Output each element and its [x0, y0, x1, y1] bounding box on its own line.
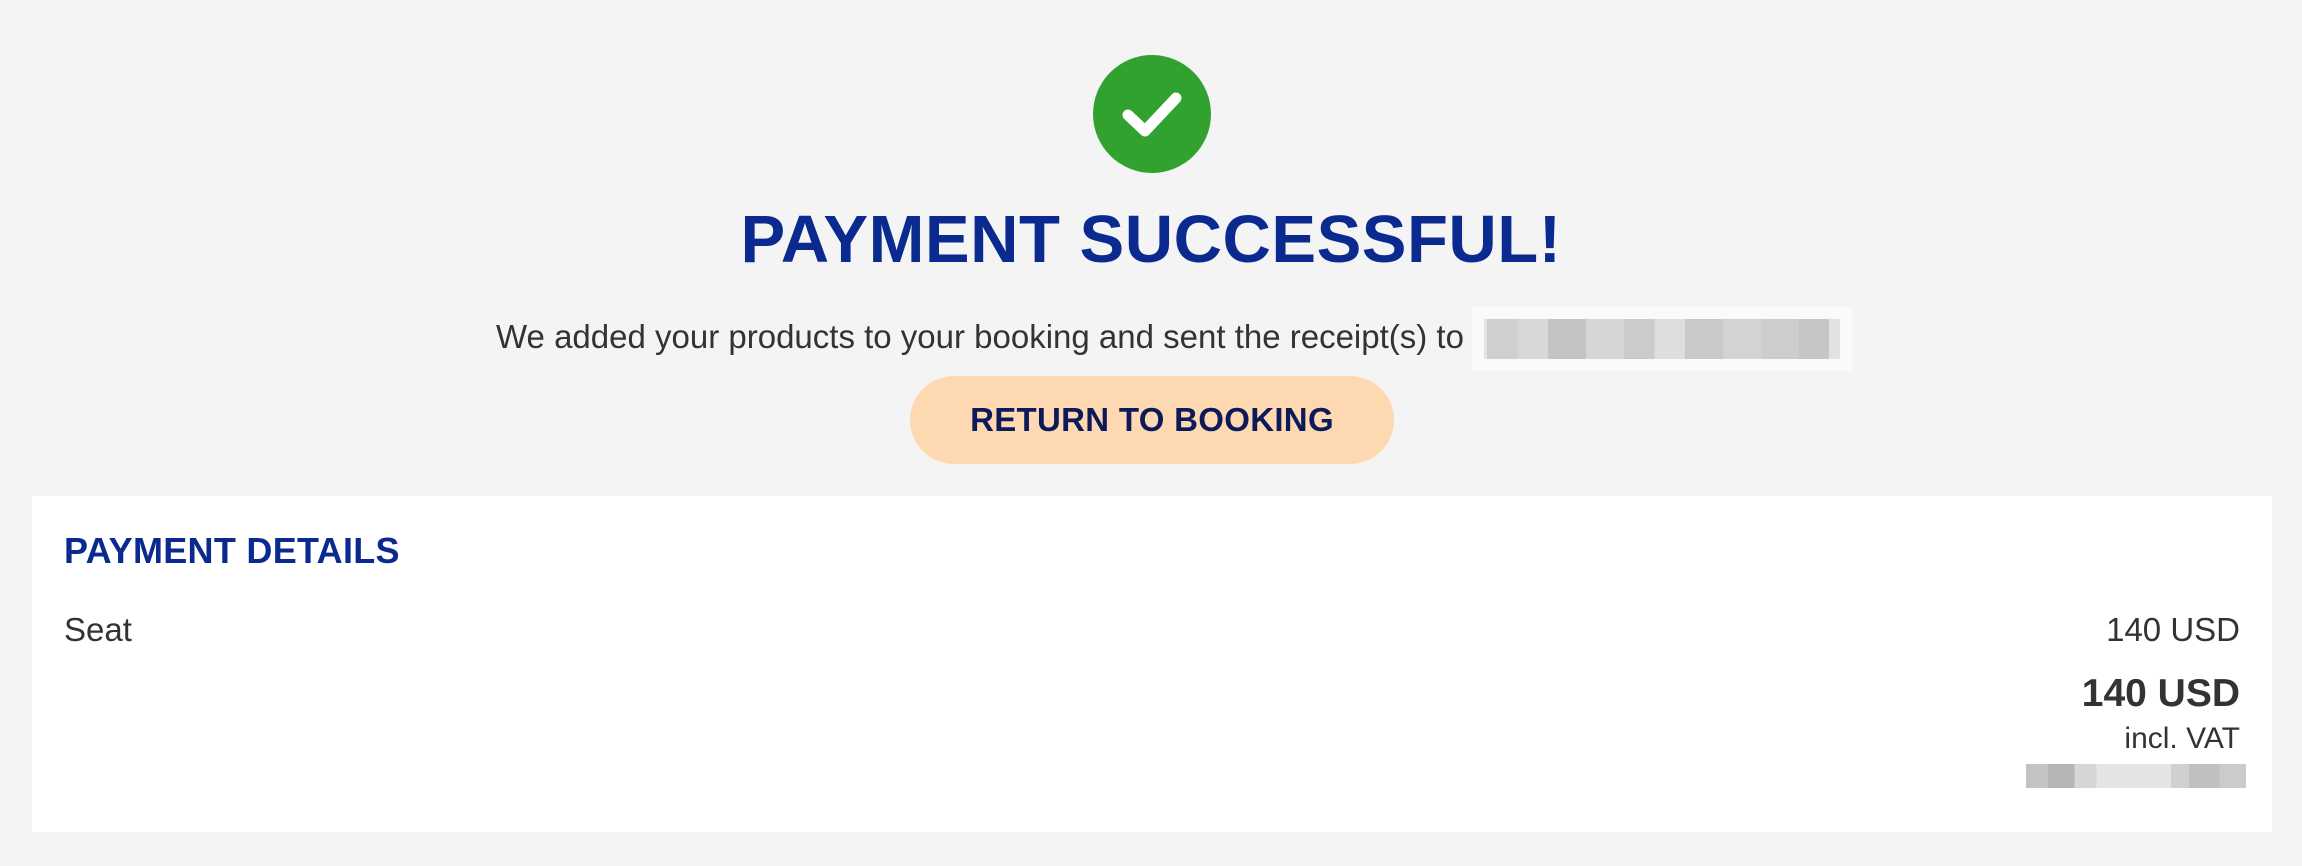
redacted-email — [1471, 307, 1852, 371]
return-to-booking-button[interactable]: RETURN TO BOOKING — [910, 376, 1394, 464]
checkmark-glyph — [1122, 92, 1182, 137]
line-item-price: 140 USD — [2106, 611, 2240, 648]
payment-details-card: PAYMENT DETAILS Seat 140 USD 140 USD inc… — [32, 496, 2272, 832]
confirmation-text: We added your products to your booking a… — [496, 318, 1464, 355]
redacted-payment-info — [2026, 764, 2246, 788]
payment-details-title: PAYMENT DETAILS — [64, 530, 400, 571]
vat-note: incl. VAT — [2124, 722, 2240, 755]
line-item-name: Seat — [64, 611, 132, 648]
total-amount: 140 USD — [2081, 672, 2240, 715]
confirmation-message: We added your products to your booking a… — [496, 307, 1852, 371]
checkmark-icon — [1093, 55, 1211, 173]
payment-confirmation-page: PAYMENT SUCCESSFUL! We added your produc… — [0, 0, 2302, 866]
page-title: PAYMENT SUCCESSFUL! — [740, 202, 1562, 277]
